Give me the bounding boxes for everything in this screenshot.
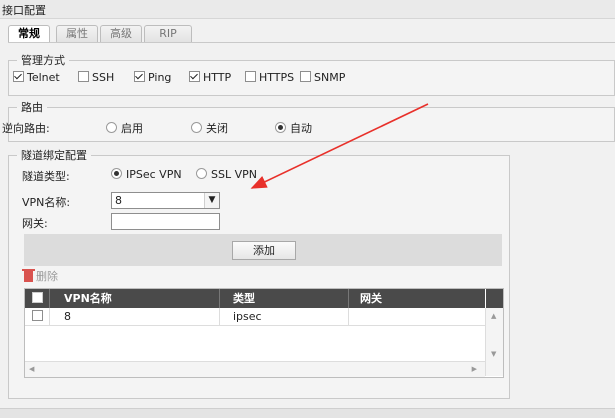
column-gateway[interactable]: 网关 [350, 289, 485, 308]
route-auto-label: 自动 [290, 122, 312, 135]
tab-general[interactable]: 常规 [8, 25, 50, 43]
ping-label: Ping [148, 71, 172, 84]
chevron-down-icon[interactable]: ▼ [204, 193, 219, 208]
ssh-checkbox[interactable]: SSH [78, 71, 114, 84]
column-type[interactable]: 类型 [221, 289, 349, 308]
row-checkbox[interactable] [25, 308, 50, 325]
tunnel-type-label: 隧道类型: [22, 170, 70, 183]
management-legend: 管理方式 [21, 54, 65, 67]
ping-checkbox[interactable]: Ping [134, 71, 171, 84]
scroll-right-icon[interactable]: ▶ [472, 365, 477, 373]
vpn-name-value: 8 [115, 194, 122, 207]
delete-label: 删除 [36, 270, 58, 283]
route-enable-radio[interactable]: 启用 [106, 120, 143, 136]
vpn-name-select[interactable]: 8 ▼ [111, 192, 220, 209]
tab-rip[interactable]: RIP [144, 25, 192, 42]
https-label: HTTPS [259, 71, 295, 84]
gateway-label: 网关: [22, 217, 48, 230]
ipsec-vpn-label: IPSec VPN [126, 168, 182, 181]
cell-gateway [350, 308, 485, 325]
telnet-label: Telnet [27, 71, 60, 84]
radio-selected-icon [275, 122, 286, 133]
route-enable-label: 启用 [121, 122, 143, 135]
radio-empty-icon [106, 122, 117, 133]
tab-advanced[interactable]: 高级 [100, 25, 142, 42]
header-corner [486, 289, 503, 308]
scroll-up-icon[interactable]: ▲ [491, 312, 496, 320]
trash-icon [22, 269, 35, 282]
table-header: VPN名称 类型 网关 [25, 289, 485, 308]
radio-selected-icon [111, 168, 122, 179]
scroll-left-icon[interactable]: ◀ [29, 365, 34, 373]
horizontal-scrollbar[interactable]: ◀ ▶ [25, 361, 485, 377]
reverse-route-label: 逆向路由: [2, 122, 50, 135]
tab-properties[interactable]: 属性 [56, 25, 98, 42]
checkbox-empty-icon [300, 71, 311, 82]
ipsec-vpn-radio[interactable]: IPSec VPN [111, 168, 182, 181]
gateway-input[interactable] [111, 213, 220, 230]
telnet-checkbox[interactable]: Telnet [13, 71, 60, 84]
radio-empty-icon [191, 122, 202, 133]
routing-legend: 路由 [21, 101, 43, 114]
column-vpn-name[interactable]: VPN名称 [50, 289, 220, 308]
cell-vpn-name: 8 [50, 308, 220, 325]
radio-empty-icon [196, 168, 207, 179]
route-disable-label: 关闭 [206, 122, 228, 135]
checkbox-empty-icon [245, 71, 256, 82]
table-row[interactable]: 8 ipsec [25, 308, 485, 326]
checkbox-checked-icon [189, 71, 200, 82]
vpn-table: VPN名称 类型 网关 8 ipsec ▲ ▼ ◀ ▶ [24, 288, 504, 378]
add-button[interactable]: 添加 [232, 241, 296, 260]
vpn-name-label: VPN名称: [22, 196, 71, 209]
checkbox-empty-icon [78, 71, 89, 82]
http-label: HTTP [203, 71, 232, 84]
vertical-scrollbar[interactable]: ▲ ▼ [485, 308, 503, 376]
scroll-down-icon[interactable]: ▼ [491, 350, 496, 358]
https-checkbox[interactable]: HTTPS [245, 71, 294, 84]
window-title: 接口配置 [2, 4, 46, 17]
checkbox-checked-icon [13, 71, 24, 82]
route-disable-radio[interactable]: 关闭 [191, 120, 228, 136]
window-titlebar: 接口配置 [0, 0, 615, 19]
delete-button[interactable]: 删除 [22, 268, 58, 286]
http-checkbox[interactable]: HTTP [189, 71, 231, 84]
ssh-label: SSH [92, 71, 115, 84]
checkbox-checked-icon [134, 71, 145, 82]
route-auto-radio[interactable]: 自动 [275, 120, 312, 136]
snmp-label: SNMP [314, 71, 346, 84]
snmp-checkbox[interactable]: SNMP [300, 71, 345, 84]
tunnel-legend: 隧道绑定配置 [21, 149, 87, 162]
ssl-vpn-label: SSL VPN [211, 168, 257, 181]
checkbox-empty-icon [31, 292, 43, 303]
tab-divider [8, 42, 615, 43]
checkbox-empty-icon [31, 310, 43, 321]
cell-type: ipsec [221, 308, 349, 325]
ssl-vpn-radio[interactable]: SSL VPN [196, 168, 257, 181]
select-all-checkbox[interactable] [25, 289, 50, 308]
